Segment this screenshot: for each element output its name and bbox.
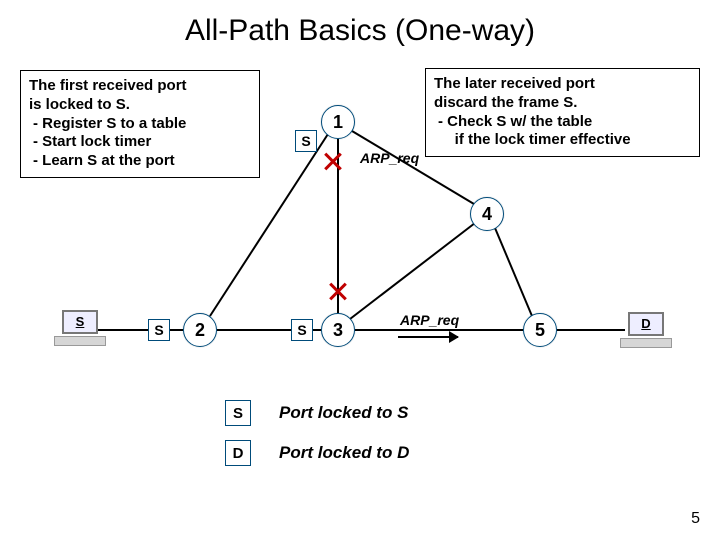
legend-text: Port locked to D bbox=[279, 443, 409, 463]
legend-row-d: D Port locked to D bbox=[225, 440, 409, 466]
arp-req-label: ARP_req bbox=[360, 150, 419, 166]
callout-later-received: The later received port discard the fram… bbox=[425, 68, 700, 157]
callout-bullet: - Check S w/ the table bbox=[434, 113, 691, 132]
page-title: All-Path Basics (One-way) bbox=[0, 14, 720, 48]
legend-text: Port locked to S bbox=[279, 403, 408, 423]
callout-first-received: The first received port is locked to S. … bbox=[20, 70, 260, 178]
port-badge-s: S bbox=[295, 130, 317, 152]
legend-row-s: S Port locked to S bbox=[225, 400, 408, 426]
callout-line: is locked to S. bbox=[29, 96, 251, 115]
node-3: 3 bbox=[321, 313, 355, 347]
host-source bbox=[54, 310, 106, 350]
callout-line: The later received port bbox=[434, 75, 691, 94]
legend-badge-d: D bbox=[225, 440, 251, 466]
arp-req-label: ARP_req bbox=[400, 312, 459, 328]
callout-bullet: - Learn S at the port bbox=[29, 152, 251, 171]
host-base-icon bbox=[54, 336, 106, 346]
x-mark-icon bbox=[327, 280, 349, 302]
callout-line: discard the frame S. bbox=[434, 94, 691, 113]
host-base-icon bbox=[620, 338, 672, 348]
callout-bullet: - Register S to a table bbox=[29, 115, 251, 134]
monitor-icon bbox=[628, 312, 664, 336]
node-2: 2 bbox=[183, 313, 217, 347]
node-4: 4 bbox=[470, 197, 504, 231]
host-destination bbox=[620, 312, 672, 352]
node-1: 1 bbox=[321, 105, 355, 139]
port-badge-s: S bbox=[148, 319, 170, 341]
x-mark-icon bbox=[322, 150, 344, 172]
callout-bullet: if the lock timer effective bbox=[434, 131, 691, 150]
node-5: 5 bbox=[523, 313, 557, 347]
arrow-right-icon bbox=[398, 336, 458, 338]
page-number: 5 bbox=[691, 510, 700, 528]
callout-bullet: - Start lock timer bbox=[29, 133, 251, 152]
callout-line: The first received port bbox=[29, 77, 251, 96]
port-badge-s: S bbox=[291, 319, 313, 341]
legend-badge-s: S bbox=[225, 400, 251, 426]
monitor-icon bbox=[62, 310, 98, 334]
